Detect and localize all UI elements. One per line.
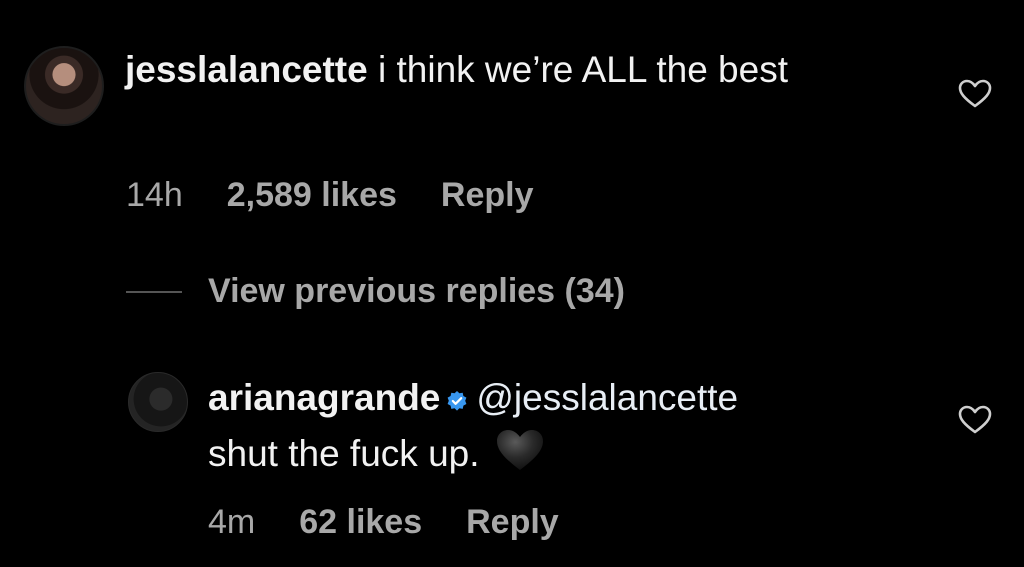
reply-reply-button[interactable]: Reply (466, 503, 559, 542)
reply-text: shut the fuck up. (208, 433, 480, 474)
comment-body: jesslalancette i think we’re ALL the bes… (125, 42, 885, 98)
view-previous-replies-button[interactable]: View previous replies (34) (126, 272, 625, 311)
comment-reply-button[interactable]: Reply (441, 176, 534, 215)
view-previous-replies-label: View previous replies (34) (208, 272, 625, 310)
comment-text: i think we’re ALL the best (378, 49, 788, 90)
profile-avatar-icon[interactable] (128, 372, 188, 432)
reply-username[interactable]: arianagrande (208, 377, 440, 418)
comment-meta: 14h 2,589 likes Reply (126, 176, 577, 215)
comment-likes[interactable]: 2,589 likes (227, 176, 397, 215)
black-heart-emoji-icon (496, 430, 543, 470)
reply-time: 4m (208, 503, 256, 541)
divider-line (126, 290, 182, 293)
profile-avatar-icon[interactable] (24, 46, 104, 126)
reply-likes[interactable]: 62 likes (299, 503, 422, 542)
reply-mention-link[interactable]: @jesslalancette (476, 377, 738, 418)
reply-meta: 4m 62 likes Reply (208, 503, 603, 542)
reply-body: arianagrande @jesslalancette shut the fu… (208, 370, 908, 482)
heart-outline-icon[interactable] (958, 79, 992, 109)
verified-badge-icon (447, 391, 467, 411)
comment-time: 14h (126, 176, 183, 214)
comment-username[interactable]: jesslalancette (125, 49, 368, 90)
heart-outline-icon[interactable] (958, 405, 992, 435)
